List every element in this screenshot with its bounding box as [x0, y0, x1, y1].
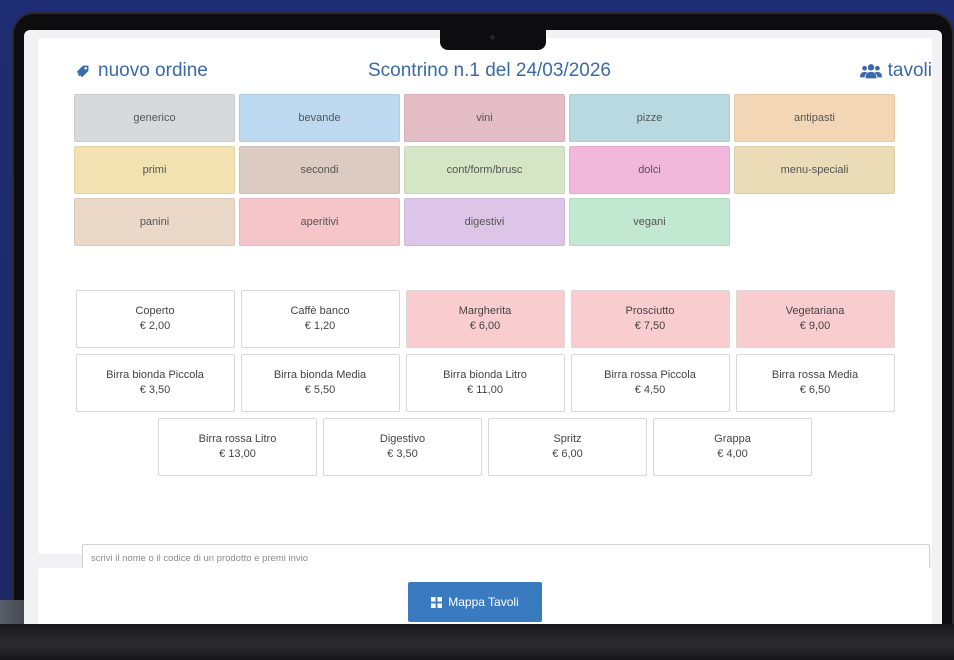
product-row: Birra bionda Piccola € 3,50 Birra bionda M… [38, 354, 932, 412]
new-order-link[interactable]: nuovo ordine [74, 60, 208, 82]
product-button[interactable]: Birra rossa Piccola € 4,50 [570, 354, 730, 412]
product-button[interactable]: Birra bionda Piccola € 3,50 [75, 354, 235, 412]
category-button[interactable]: cont/form/brusc [404, 146, 565, 194]
category-button[interactable]: generico [74, 94, 235, 142]
product-price: € 11,00 [467, 384, 503, 396]
category-button[interactable]: digestivi [404, 198, 565, 246]
product-button[interactable]: Vegetariana € 9,00 [735, 290, 895, 348]
product-name: Birra rossa Piccola [604, 369, 696, 381]
category-button[interactable]: pizze [569, 94, 730, 142]
grid-icon [431, 596, 443, 608]
product-name: Birra bionda Litro [443, 369, 527, 381]
product-name: Grappa [714, 433, 751, 445]
product-button[interactable]: Birra rossa Litro € 13,00 [158, 418, 317, 476]
category-button[interactable]: aperitivi [239, 198, 400, 246]
product-button[interactable]: Prosciutto € 7,50 [570, 290, 730, 348]
product-name: Spritz [553, 433, 582, 445]
category-grid: generico bevande vini pizze antipasti primi se… [74, 94, 896, 246]
product-name: Vegetariana [785, 305, 845, 317]
tables-label: tavoli [887, 60, 932, 81]
category-button[interactable]: panini [74, 198, 235, 246]
product-button[interactable]: Birra bionda Media € 5,50 [240, 354, 400, 412]
tables-map-button[interactable]: Mappa Tavoli [408, 582, 542, 622]
product-price: € 7,50 [634, 320, 666, 332]
category-button[interactable]: primi [74, 146, 235, 194]
product-price: € 2,00 [139, 320, 171, 332]
footer-panel: Mappa Tavoli [38, 568, 932, 624]
product-button[interactable]: Margherita € 6,00 [405, 290, 565, 348]
product-price: € 6,00 [469, 320, 501, 332]
product-row: Coperto € 2,00 Caffè banco € 1,20 Margherita… [38, 290, 932, 348]
camera-notch [440, 30, 546, 50]
category-button[interactable]: bevande [239, 94, 400, 142]
app-screen: nuovo ordine Scontrino n.1 del 24/03/202… [24, 30, 942, 624]
product-name: Birra bionda Piccola [106, 369, 204, 381]
product-button[interactable]: Birra bionda Litro € 11,00 [405, 354, 565, 412]
new-order-label: nuovo ordine [98, 60, 208, 81]
product-button[interactable]: Spritz € 6,00 [488, 418, 647, 476]
product-price: € 3,50 [387, 448, 418, 460]
product-price: € 3,50 [139, 384, 171, 396]
product-name: Digestivo [379, 433, 426, 445]
product-button[interactable]: Digestivo € 3,50 [323, 418, 482, 476]
product-price: € 4,00 [717, 448, 748, 460]
product-price: € 1,20 [304, 320, 336, 332]
order-header-panel: nuovo ordine Scontrino n.1 del 24/03/202… [38, 38, 932, 290]
tables-link[interactable]: tavoli [859, 60, 932, 82]
product-price: € 9,00 [799, 320, 831, 332]
receipt-title: Scontrino n.1 del 24/03/2026 [368, 60, 611, 81]
products-panel: Coperto € 2,00 Caffè banco € 1,20 Margherita… [38, 274, 932, 572]
users-icon [859, 64, 882, 79]
category-button[interactable]: vegani [569, 198, 730, 246]
category-button[interactable]: vini [404, 94, 565, 142]
product-name: Birra rossa Litro [198, 433, 277, 445]
product-price: € 6,00 [552, 448, 583, 460]
tag-icon [76, 65, 89, 78]
product-price: € 5,50 [304, 384, 336, 396]
product-button[interactable]: Birra rossa Media € 6,50 [735, 354, 895, 412]
category-button[interactable]: menu-speciali [734, 146, 895, 194]
camera-icon [490, 35, 495, 40]
category-button[interactable]: antipasti [734, 94, 895, 142]
product-name: Caffè banco [290, 305, 350, 317]
product-price: € 4,50 [634, 384, 666, 396]
product-name: Birra rossa Media [771, 369, 859, 381]
product-name: Prosciutto [625, 305, 675, 317]
category-button[interactable]: secondi [239, 146, 400, 194]
product-name: Coperto [135, 305, 175, 317]
product-price: € 13,00 [219, 448, 256, 460]
product-name: Margherita [458, 305, 512, 317]
product-button[interactable]: Grappa € 4,00 [653, 418, 812, 476]
product-button[interactable]: Coperto € 2,00 [75, 290, 235, 348]
product-price: € 6,50 [799, 384, 831, 396]
product-button[interactable]: Caffè banco € 1,20 [240, 290, 400, 348]
tables-map-label: Mappa Tavoli [448, 595, 519, 609]
header: nuovo ordine Scontrino n.1 del 24/03/202… [38, 60, 932, 90]
product-row: Birra rossa Litro € 13,00 Digestivo € 3,50 S… [38, 418, 932, 476]
laptop-base [0, 624, 954, 660]
category-button[interactable]: dolci [569, 146, 730, 194]
product-name: Birra bionda Media [273, 369, 367, 381]
